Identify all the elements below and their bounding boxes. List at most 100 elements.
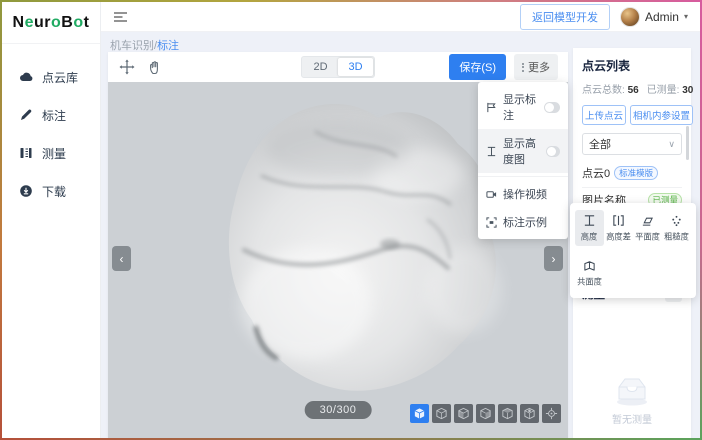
upload-pointcloud-button[interactable]: 上传点云 xyxy=(582,105,626,125)
image-pager: 30/300 xyxy=(305,401,372,419)
show-heightmap-toggle[interactable] xyxy=(546,146,560,157)
panel-buttons: 上传点云 相机内参设置 xyxy=(582,105,682,125)
save-button[interactable]: 保存(S) xyxy=(449,54,506,80)
sidebar-item-pointcloud-library[interactable]: 点云库 xyxy=(2,58,100,96)
tool-label: 高度 xyxy=(581,231,598,243)
back-to-model-dev-button[interactable]: 返回模型开发 xyxy=(520,4,610,30)
height-icon xyxy=(486,146,497,157)
tool-height[interactable]: 高度 xyxy=(575,210,604,246)
menu-item-label: 显示高度图 xyxy=(503,135,540,167)
panel-stats: 点云总数: 56 已测量: 30 xyxy=(582,81,682,96)
chevron-right-icon: › xyxy=(552,252,556,266)
filter-value: 全部 xyxy=(589,136,611,152)
pointcloud-item[interactable]: 点云0 标准模版 xyxy=(582,162,682,188)
tool-roughness[interactable]: 粗糙度 xyxy=(662,210,691,246)
pan-hand-tool-button[interactable] xyxy=(147,59,164,76)
sidebar-item-download[interactable]: 下载 xyxy=(2,172,100,210)
menu-item-label: 标注示例 xyxy=(503,214,547,230)
download-icon xyxy=(19,184,33,198)
roughness-icon xyxy=(670,214,683,227)
sidebar-item-label: 点云库 xyxy=(42,69,78,86)
tool-label: 粗糙度 xyxy=(664,231,689,243)
app-root: NeuroBot 点云库 标注 测量 下载 xyxy=(2,2,700,438)
panel-title: 点云列表 xyxy=(582,57,682,74)
tool-coplanarity[interactable]: 共面度 xyxy=(575,255,604,291)
stat-total: 点云总数: 56 xyxy=(582,81,639,96)
tab-2d[interactable]: 2D xyxy=(303,58,338,76)
panel-scrollbar[interactable] xyxy=(686,126,689,160)
cube-back-icon[interactable] xyxy=(454,404,473,423)
screenshot-frame: NeuroBot 点云库 标注 测量 下载 xyxy=(0,0,702,440)
chevron-down-icon: ▾ xyxy=(684,12,688,21)
example-frame-icon xyxy=(486,217,497,228)
filter-select[interactable]: 全部 ∨ xyxy=(582,133,682,155)
cube-top-icon[interactable] xyxy=(520,404,539,423)
camera-intrinsics-button[interactable]: 相机内参设置 xyxy=(630,105,693,125)
logo-text: t xyxy=(84,14,90,32)
empty-text: 暂无测量 xyxy=(612,411,652,426)
height-difference-icon xyxy=(612,214,625,227)
tool-height-difference[interactable]: 高度差 xyxy=(604,210,633,246)
menu-item-show-heightmap[interactable]: 显示高度图 xyxy=(478,129,568,173)
measure-tools-popup: 高度 高度差 平面度 粗糙度 共面度 xyxy=(570,203,696,298)
cube-right-icon[interactable] xyxy=(498,404,517,423)
frame-border-left xyxy=(0,0,2,440)
cube-front-icon[interactable] xyxy=(432,404,451,423)
tool-flatness[interactable]: 平面度 xyxy=(633,210,662,246)
avatar xyxy=(620,7,640,27)
vertical-dots-icon xyxy=(522,63,524,72)
logo-gear-o1: o xyxy=(51,14,61,32)
tool-label: 高度差 xyxy=(606,231,631,243)
flag-icon xyxy=(486,102,497,113)
sidebar-collapse-icon[interactable] xyxy=(113,9,129,25)
sidebar-item-annotate[interactable]: 标注 xyxy=(2,96,100,134)
tab-3d[interactable]: 3D xyxy=(338,58,373,76)
cube-iso-icon[interactable] xyxy=(410,404,429,423)
menu-divider xyxy=(478,176,568,177)
menu-item-label: 操作视频 xyxy=(503,186,547,202)
next-image-button[interactable]: › xyxy=(544,246,563,271)
menu-item-show-annotation[interactable]: 显示标注 xyxy=(478,85,568,129)
frame-border-top xyxy=(0,0,702,2)
pencil-icon xyxy=(19,108,33,122)
menu-item-label: 显示标注 xyxy=(503,91,538,123)
view-orientation-toolbar xyxy=(410,404,561,423)
tool-label: 共面度 xyxy=(577,276,602,288)
logo: NeuroBot xyxy=(2,2,100,44)
breadcrumb-parent[interactable]: 机车识别 xyxy=(110,40,154,52)
video-icon xyxy=(486,189,497,200)
flatness-icon xyxy=(641,214,654,227)
sidebar-item-label: 下载 xyxy=(42,183,66,200)
prev-image-button[interactable]: ‹ xyxy=(112,246,131,271)
sidebar: NeuroBot 点云库 标注 测量 下载 xyxy=(2,2,101,438)
cloud-icon xyxy=(19,70,33,84)
logo-text: ur xyxy=(34,14,51,32)
view-mode-segment: 2D 3D xyxy=(301,56,375,78)
menu-item-annotation-example[interactable]: 标注示例 xyxy=(478,208,568,236)
height-icon xyxy=(583,214,596,227)
sidebar-item-label: 测量 xyxy=(42,145,66,162)
breadcrumb: 机车识别/标注 xyxy=(110,37,179,53)
topbar: 返回模型开发 Admin ▾ xyxy=(101,2,700,32)
sidebar-item-measure[interactable]: 测量 xyxy=(2,134,100,172)
topbar-right: 返回模型开发 Admin ▾ xyxy=(520,4,688,30)
locate-icon[interactable] xyxy=(542,404,561,423)
move-tool-button[interactable] xyxy=(118,59,135,76)
chevron-left-icon: ‹ xyxy=(120,252,124,266)
chevron-down-icon: ∨ xyxy=(668,139,675,150)
toolbar-right: 保存(S) 更多 xyxy=(449,54,558,80)
more-button[interactable]: 更多 xyxy=(514,54,558,80)
show-annotation-toggle[interactable] xyxy=(544,102,560,113)
empty-state: 暂无测量 xyxy=(573,375,691,426)
logo-text: B xyxy=(61,14,73,32)
cube-left-icon[interactable] xyxy=(476,404,495,423)
stat-measured: 已测量: 30 xyxy=(647,81,694,96)
pointcloud-name: 点云0 xyxy=(582,165,610,181)
more-button-label: 更多 xyxy=(528,59,550,75)
canvas-toolbar: 2D 3D 保存(S) 更多 显示标注 xyxy=(108,52,568,82)
menu-item-tutorial-video[interactable]: 操作视频 xyxy=(478,180,568,208)
user-menu[interactable]: Admin ▾ xyxy=(620,7,688,27)
empty-box-icon xyxy=(611,375,653,407)
breadcrumb-current: 标注 xyxy=(157,40,179,52)
sidebar-item-label: 标注 xyxy=(42,107,66,124)
